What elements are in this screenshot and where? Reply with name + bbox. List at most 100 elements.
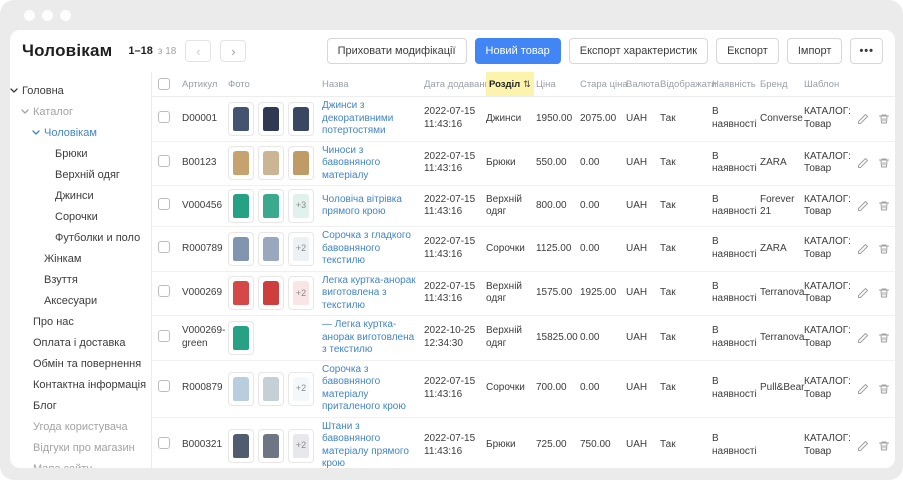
delete-button[interactable] [878,113,890,125]
sidebar-item[interactable]: Головна [10,80,151,101]
product-photo[interactable] [228,189,254,223]
product-photo[interactable]: +2 [288,232,314,266]
product-photo[interactable]: +2 [288,276,314,310]
sidebar-item[interactable]: Обмін та повернення [10,353,151,374]
product-photo[interactable] [258,429,284,463]
product-photo[interactable] [228,102,254,136]
sidebar-item[interactable]: Про нас [10,311,151,332]
col-section-sorted[interactable]: Розділ ⇅ [486,72,534,96]
row-checkbox[interactable] [158,241,170,253]
next-page-button[interactable]: › [220,40,246,62]
product-photo[interactable] [228,321,254,355]
sidebar-item[interactable]: Угода користувача [10,416,151,437]
edit-button[interactable] [857,287,869,299]
sidebar-item[interactable]: Джинси [10,185,151,206]
col-display[interactable]: Відображати [660,72,712,96]
col-photo[interactable]: Фото [228,72,322,96]
col-brand[interactable]: Бренд [760,72,804,96]
product-photo[interactable]: +3 [288,189,314,223]
col-date-added[interactable]: Дата додавання [424,72,486,96]
sidebar-item[interactable]: Мапа сайту [10,458,151,468]
col-old-price[interactable]: Стара ціна [580,72,626,96]
sidebar-item[interactable]: Чоловікам [10,122,151,143]
col-currency[interactable]: Валюта [626,72,660,96]
edit-button[interactable] [857,440,869,452]
sidebar-item[interactable]: Блог [10,395,151,416]
product-photo[interactable] [228,146,254,180]
sidebar-item[interactable]: Аксесуари [10,290,151,311]
product-photo[interactable] [258,276,284,310]
product-name-link[interactable]: Штани з бавовняного матеріалу прямого кр… [322,421,424,469]
product-name-link[interactable]: Легка куртка-анорак виготовлена з тексти… [322,275,424,313]
prev-page-button[interactable]: ‹ [185,40,211,62]
export-characteristics-button[interactable]: Експорт характеристик [569,38,708,64]
more-actions-button[interactable]: ••• [850,38,883,64]
edit-button[interactable] [857,157,869,169]
delete-button[interactable] [878,243,890,255]
product-name-link[interactable]: Сорочка з бавовняного матеріалу притален… [322,364,424,414]
delete-button[interactable] [878,200,890,212]
col-article[interactable]: Артикул [182,72,228,96]
delete-button[interactable] [878,287,890,299]
col-availability[interactable]: Наявність [712,72,760,96]
row-checkbox[interactable] [158,330,170,342]
old-price-cell: 0.00 [580,332,626,345]
product-name-link[interactable]: Джинси з декоративними потертостями [322,100,424,138]
sidebar-item[interactable]: Футболки и поло [10,227,151,248]
sidebar-item[interactable]: Жінкам [10,248,151,269]
export-button[interactable]: Експорт [716,38,779,64]
product-photo[interactable] [228,276,254,310]
product-name-link[interactable]: — Легка куртка-анорак виготовлена з текс… [322,319,424,357]
sidebar-item[interactable]: Контактна інформація [10,374,151,395]
col-template[interactable]: Шаблон [804,72,856,96]
delete-button[interactable] [878,157,890,169]
sidebar-item[interactable]: Відгуки про магазин [10,437,151,458]
row-checkbox[interactable] [158,111,170,123]
product-photo[interactable] [258,146,284,180]
row-checkbox[interactable] [158,437,170,449]
edit-button[interactable] [857,200,869,212]
row-checkbox[interactable] [158,198,170,210]
row-checkbox[interactable] [158,285,170,297]
product-photo[interactable]: +2 [288,429,314,463]
sidebar-item[interactable]: Каталог [10,101,151,122]
window-minimize-icon[interactable] [42,10,53,21]
product-photo[interactable] [228,372,254,406]
col-name[interactable]: Назва [322,72,424,96]
product-name-link[interactable]: Чоловіча вітрівка прямого крою [322,194,424,219]
row-checkbox[interactable] [158,155,170,167]
sort-icon[interactable]: ⇅ [523,79,531,90]
sidebar-item[interactable]: Сорочки [10,206,151,227]
delete-button[interactable] [878,383,890,395]
product-photo[interactable] [288,146,314,180]
product-photo[interactable]: +2 [288,372,314,406]
new-product-button[interactable]: Новий товар [475,38,561,64]
window-close-icon[interactable] [24,10,35,21]
product-name-link[interactable]: Сорочка з гладкого бавовняного текстилю [322,230,424,268]
product-photo[interactable] [258,102,284,136]
product-photo[interactable] [228,429,254,463]
product-name-link[interactable]: Чиноси з бавовняного матеріалу [322,145,424,183]
product-photo[interactable] [258,189,284,223]
window-zoom-icon[interactable] [60,10,71,21]
hide-modifications-button[interactable]: Приховати модифікації [327,38,467,64]
delete-button[interactable] [878,332,890,344]
product-photo[interactable] [228,232,254,266]
product-photo[interactable] [288,102,314,136]
edit-button[interactable] [857,113,869,125]
edit-button[interactable] [857,332,869,344]
delete-button[interactable] [878,440,890,452]
row-checkbox[interactable] [158,380,170,392]
select-all-checkbox[interactable] [158,78,170,90]
sidebar-item[interactable]: Верхній одяг [10,164,151,185]
edit-button[interactable] [857,383,869,395]
product-photo[interactable] [258,232,284,266]
col-price[interactable]: Ціна [536,72,580,96]
sidebar-item-label: Головна [22,85,64,97]
sidebar-item[interactable]: Взуття [10,269,151,290]
product-photo[interactable] [258,372,284,406]
edit-button[interactable] [857,243,869,255]
sidebar-item[interactable]: Оплата і доставка [10,332,151,353]
import-button[interactable]: Імпорт [787,38,843,64]
sidebar-item[interactable]: Брюки [10,143,151,164]
